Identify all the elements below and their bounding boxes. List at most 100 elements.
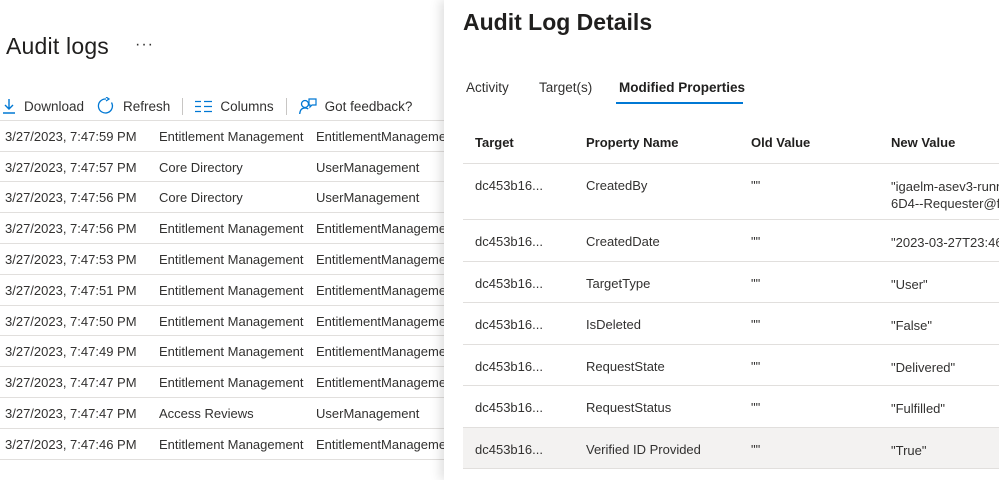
table-row[interactable]: dc453b16... CreatedDate "" "2023-03-27T23:4… [463, 220, 999, 262]
target-cell: dc453b16... [475, 234, 543, 249]
audit-logs-pane: Audit logs ··· 3/27/2023, 7:48:04 PMCore… [0, 0, 444, 480]
table-row[interactable]: dc453b16... CreatedBy "" "igaelm-asev3-runn… [463, 164, 999, 220]
activity-date-cell: 3/27/2023, 7:47:56 PM [5, 190, 137, 206]
new-value-cell: "True" [891, 442, 927, 458]
feedback-label: Got feedback? [324, 98, 413, 114]
category-cell: EntitlementManagement [316, 313, 444, 329]
category-cell: UserManagement [316, 190, 420, 206]
activity-date-cell: 3/27/2023, 7:47:49 PM [5, 344, 137, 360]
category-cell: EntitlementManagement [316, 436, 444, 452]
old-value-cell: "" [751, 400, 761, 415]
target-cell: dc453b16... [475, 317, 543, 332]
active-tab-indicator [616, 102, 743, 104]
old-value-cell: "" [751, 358, 761, 374]
column-header-new-value: New Value [891, 135, 956, 150]
new-value-cell: "False" [891, 318, 933, 333]
activity-date-cell: 3/27/2023, 7:47:59 PM [5, 128, 137, 144]
table-row[interactable]: 3/27/2023, 7:47:50 PM Entitlement Managem… [0, 306, 444, 337]
toolbar: Download Refresh Columns Got feedback? [0, 94, 412, 118]
column-header-old-value: Old Value [751, 135, 811, 150]
property-name-cell: TargetType [586, 275, 651, 291]
target-cell: dc453b16... [475, 441, 543, 457]
page-title: Audit logs [6, 33, 110, 59]
category-cell: EntitlementManagement [316, 282, 444, 298]
tab-targets[interactable]: Target(s) [539, 80, 592, 95]
target-cell: dc453b16... [475, 400, 543, 415]
activity-date-cell: 3/27/2023, 7:47:57 PM [5, 159, 137, 175]
activity-date-cell: 3/27/2023, 7:47:56 PM [5, 221, 137, 237]
service-cell: Entitlement Management [159, 375, 304, 391]
tab-modified-properties[interactable]: Modified Properties [619, 80, 745, 95]
table-row[interactable]: 3/27/2023, 7:47:56 PM Core Directory UserM… [0, 182, 444, 214]
old-value-cell: "" [751, 178, 761, 193]
table-row[interactable]: dc453b16... RequestStatus "" "Fulfilled" [463, 386, 999, 428]
audit-log-details-panel: Audit Log Details Activity Target(s) Mod… [444, 0, 999, 480]
property-name-cell: CreatedDate [586, 234, 660, 249]
new-value-cell: "Delivered" [891, 359, 956, 375]
details-title: Audit Log Details [463, 9, 653, 35]
new-value-cell: "Fulfilled" [891, 401, 946, 416]
service-cell: Entitlement Management [159, 282, 304, 298]
table-row[interactable]: dc453b16... IsDeleted "" "False" [463, 303, 999, 345]
target-cell: dc453b16... [475, 358, 543, 374]
old-value-cell: "" [751, 441, 761, 457]
category-cell: EntitlementManagement [316, 344, 444, 360]
old-value-cell: "" [751, 275, 761, 291]
refresh-button[interactable]: Refresh [97, 97, 170, 115]
property-name-cell: RequestState [586, 358, 665, 374]
property-name-cell: Verified ID Provided [586, 441, 701, 457]
table-row[interactable]: 3/27/2023, 7:47:59 PM Entitlement Managem… [0, 121, 444, 152]
category-cell: EntitlementManagement [316, 375, 444, 391]
service-cell: Entitlement Management [159, 436, 304, 452]
category-cell: UserManagement [316, 159, 420, 175]
tab-activity[interactable]: Activity [466, 80, 509, 95]
activity-date-cell: 3/27/2023, 7:47:47 PM [5, 375, 137, 391]
columns-icon [195, 100, 213, 113]
table-row[interactable]: 3/27/2023, 7:47:47 PM Entitlement Managem… [0, 367, 444, 398]
service-cell: Entitlement Management [159, 344, 304, 360]
target-cell: dc453b16... [475, 275, 543, 291]
property-name-cell: IsDeleted [586, 317, 641, 332]
category-cell: UserManagement [316, 405, 420, 421]
refresh-label: Refresh [123, 98, 171, 114]
category-cell: EntitlementManagement [316, 251, 444, 267]
download-label: Download [24, 98, 85, 114]
download-icon [2, 98, 16, 114]
columns-label: Columns [220, 98, 274, 114]
table-row[interactable]: 3/27/2023, 7:47:56 PM Entitlement Managem… [0, 213, 444, 244]
table-row[interactable]: dc453b16... RequestState "" "Delivered" [463, 345, 999, 386]
column-header-target: Target [475, 135, 514, 150]
table-row[interactable]: dc453b16... TargetType "" "User" [463, 262, 999, 303]
feedback-button[interactable]: Got feedback? [298, 97, 413, 115]
audit-log-list: 3/27/2023, 7:48:04 PMCore DirectoryUserM… [0, 106, 444, 480]
old-value-cell: "" [751, 317, 761, 332]
table-header: Target Property Name Old Value New Value [463, 122, 999, 164]
new-value-cell: "User" [891, 276, 928, 292]
toolbar-divider [182, 97, 184, 115]
table-row[interactable]: 3/27/2023, 7:47:57 PM Core Directory UserM… [0, 152, 444, 183]
service-cell: Entitlement Management [159, 313, 304, 329]
table-row[interactable]: dc453b16... Verified ID Provided "" "True" [463, 427, 999, 469]
service-cell: Access Reviews [159, 405, 254, 421]
table-row[interactable]: 3/27/2023, 7:47:49 PM Entitlement Managem… [0, 336, 444, 368]
new-value-cell: "igaelm-asev3-runn 6D4--Requester@fi [891, 178, 999, 212]
table-row[interactable]: 3/27/2023, 7:47:46 PM Entitlement Managem… [0, 429, 444, 460]
table-row[interactable]: 3/27/2023, 7:47:53 PM Entitlement Managem… [0, 244, 444, 275]
old-value-cell: "" [751, 234, 761, 249]
table-row[interactable]: 3/27/2023, 7:47:47 PM Access Reviews UserM… [0, 398, 444, 429]
modified-properties-table: Target Property Name Old Value New Value… [463, 122, 999, 469]
new-value-cell: "2023-03-27T23:46: [891, 235, 999, 250]
service-cell: Entitlement Management [159, 221, 304, 237]
activity-date-cell: 3/27/2023, 7:47:51 PM [5, 282, 137, 298]
target-cell: dc453b16... [475, 178, 543, 193]
service-cell: Core Directory [159, 190, 243, 206]
table-row[interactable]: 3/27/2023, 7:47:51 PM Entitlement Managem… [0, 275, 444, 306]
property-name-cell: RequestStatus [586, 400, 672, 415]
feedback-icon [298, 97, 317, 115]
category-cell: EntitlementManagement [316, 128, 444, 144]
more-options-button[interactable]: ··· [135, 36, 154, 54]
download-button[interactable]: Download [0, 98, 84, 114]
columns-button[interactable]: Columns [195, 98, 274, 114]
activity-date-cell: 3/27/2023, 7:47:47 PM [5, 405, 137, 421]
category-cell: EntitlementManagement [316, 221, 444, 237]
